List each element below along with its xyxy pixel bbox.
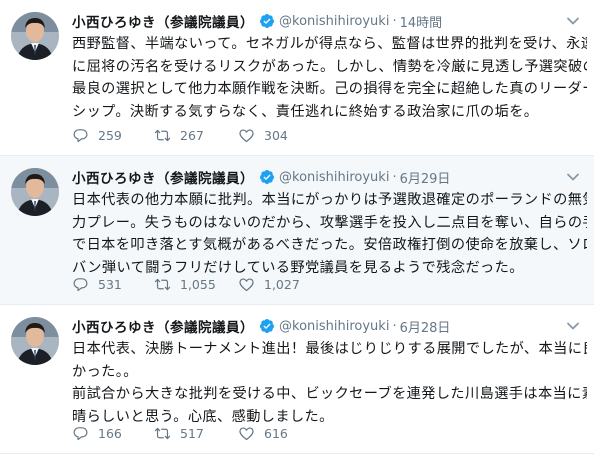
- retweet-count: 517: [180, 425, 204, 441]
- reply-icon: [73, 426, 88, 440]
- avatar[interactable]: [11, 12, 59, 60]
- tweet-header: 小西ひろゆき（参議院議員） @konishihiroyuki · 6月29日: [72, 167, 574, 188]
- tweet-timestamp[interactable]: 14時間: [400, 12, 443, 31]
- like-count: 616: [264, 425, 288, 441]
- separator-dot: ·: [392, 318, 397, 334]
- retweet-icon: [154, 427, 171, 439]
- user-handle[interactable]: @konishihiroyuki: [279, 319, 389, 334]
- retweet-count: 1,055: [180, 276, 216, 292]
- user-name[interactable]: 小西ひろゆき（参議院議員）: [72, 167, 254, 187]
- tweet-text: 日本代表の他力本願に批判。本当にがっかりは予選敗退確定のポーランドの無気 力プレー…: [72, 189, 587, 279]
- tweet-text-line: シップ。決断する気すらなく、責任逃れに終始する政治家に爪の垢を。: [72, 103, 539, 120]
- reply-button[interactable]: 531: [72, 276, 154, 293]
- retweet-button[interactable]: 1,055: [154, 276, 238, 293]
- like-button[interactable]: 616: [238, 425, 318, 442]
- tweet-timestamp[interactable]: 6月28日: [400, 317, 451, 336]
- avatar-portrait: [11, 12, 59, 60]
- tweet-actions: 531 1,055 1,027: [72, 274, 318, 294]
- retweet-icon: [154, 278, 171, 290]
- chevron-down-icon[interactable]: [566, 319, 580, 333]
- avatar[interactable]: [11, 317, 59, 365]
- reply-count: 166: [98, 425, 122, 441]
- heart-icon: [239, 426, 254, 440]
- verified-badge-icon: [259, 170, 274, 184]
- tweet-text-line: かった。。: [72, 363, 138, 380]
- retweet-button[interactable]: 267: [154, 127, 238, 144]
- tweet[interactable]: 小西ひろゆき（参議院議員） @konishihiroyuki · 6月29日 日…: [0, 156, 594, 305]
- reply-count: 259: [98, 127, 122, 143]
- avatar-portrait: [11, 317, 59, 365]
- reply-button[interactable]: 259: [72, 127, 154, 144]
- tweet[interactable]: 小西ひろゆき（参議院議員） @konishihiroyuki · 6月28日 日…: [0, 305, 594, 454]
- tweet-timestamp[interactable]: 6月29日: [400, 168, 451, 187]
- retweet-button[interactable]: 517: [154, 425, 238, 442]
- tweet-header: 小西ひろゆき（参議院議員） @konishihiroyuki · 6月28日: [72, 316, 574, 337]
- user-name[interactable]: 小西ひろゆき（参議院議員）: [72, 11, 254, 31]
- user-handle[interactable]: @konishihiroyuki: [279, 14, 389, 29]
- tweet-text-line: 力プレー。失うものはないのだから、攻撃選手を投入し二点目を奪い、自らの手: [72, 214, 587, 231]
- reply-icon: [73, 128, 88, 142]
- reply-count: 531: [98, 276, 122, 292]
- tweet-text-line: 西野監督、半端ないって。セネガルが得点なら、監督は世界的批判を受け、永遠: [72, 36, 587, 52]
- tweet-text-line: 最良の選択として他力本願作戦を決断。己の損得を完全に超絶した真のリーダー: [72, 81, 587, 97]
- separator-dot: ·: [392, 169, 397, 185]
- verified-badge-icon: [259, 319, 274, 333]
- tweet-text-line: で日本を叩き落とす気概があるべきだった。安倍政権打倒の使命を放棄し、ソロ: [72, 237, 587, 253]
- avatar[interactable]: [11, 168, 59, 216]
- retweet-icon: [154, 129, 171, 141]
- chevron-down-icon[interactable]: [566, 170, 580, 184]
- like-count: 1,027: [264, 276, 300, 292]
- user-handle[interactable]: @konishihiroyuki: [279, 170, 389, 185]
- tweet-text-line: に屈将の汚名を受けるリスクがあった。しかし、情勢を冷厳に見透し予選突破の: [72, 58, 587, 75]
- tweet-actions: 166 517 616: [72, 423, 318, 443]
- tweet-text-line: 日本代表、決勝トーナメント進出！最後はじりじりする展開でしたが、本当に良: [72, 341, 587, 357]
- tweet-text-line: 日本代表の他力本願に批判。本当にがっかりは予選敗退確定のポーランドの無気: [72, 192, 587, 208]
- avatar-portrait: [11, 168, 59, 216]
- tweet-timeline: 小西ひろゆき（参議院議員） @konishihiroyuki · 14時間 西野…: [0, 0, 594, 454]
- tweet-actions: 259 267 304: [72, 125, 318, 145]
- user-name[interactable]: 小西ひろゆき（参議院議員）: [72, 316, 254, 336]
- tweet-header: 小西ひろゆき（参議院議員） @konishihiroyuki · 14時間: [72, 11, 574, 32]
- heart-icon: [239, 277, 254, 291]
- like-count: 304: [264, 127, 288, 143]
- chevron-down-icon[interactable]: [566, 14, 580, 28]
- verified-badge-icon: [259, 14, 274, 28]
- heart-icon: [239, 128, 254, 142]
- tweet[interactable]: 小西ひろゆき（参議院議員） @konishihiroyuki · 14時間 西野…: [0, 0, 594, 156]
- reply-button[interactable]: 166: [72, 425, 154, 442]
- tweet-text-line: 前試合から大きな批判を受ける中、ビックセーブを連発した川島選手は本当に素: [72, 386, 587, 402]
- like-button[interactable]: 1,027: [238, 276, 318, 293]
- separator-dot: ·: [392, 13, 397, 29]
- like-button[interactable]: 304: [238, 127, 318, 144]
- tweet-text: 日本代表、決勝トーナメント進出！最後はじりじりする展開でしたが、本当に良 かった。…: [72, 338, 587, 428]
- retweet-count: 267: [180, 127, 204, 143]
- tweet-text: 西野監督、半端ないって。セネガルが得点なら、監督は世界的批判を受け、永遠 に屈将の…: [72, 33, 587, 123]
- reply-icon: [73, 277, 88, 291]
